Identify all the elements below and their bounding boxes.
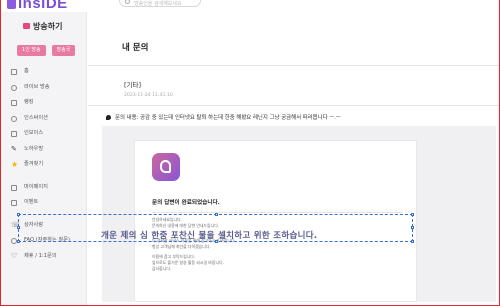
answer-line: 감사합니다. (152, 265, 172, 271)
broadcast-buttons: 1인 방송 방송국 (17, 36, 81, 56)
app-icon (152, 153, 180, 181)
tv-icon (23, 23, 30, 29)
app-icon-glyph (160, 160, 171, 173)
sidebar-item-live[interactable]: 라이브 방송 (11, 80, 83, 96)
sidebar-item-label: 랭킹 (24, 99, 34, 105)
heart-icon: ♡ (11, 251, 18, 260)
search-placeholder: 방송인을 검색해보세요 (134, 1, 182, 7)
phone-icon: ☏ (11, 220, 20, 229)
pen-icon: ✎ (11, 144, 17, 153)
logo-text: InsIDE (18, 0, 68, 12)
sidebar-item-knowhow[interactable]: ✎ 노하우방 (11, 142, 83, 158)
sidebar-item-label: 즐겨찾기 (24, 161, 44, 167)
resize-handle[interactable] (411, 213, 414, 216)
sidebar-item-label: 이벤트 (24, 199, 39, 205)
speech-bubble-icon (106, 114, 111, 120)
question-text-body: 문의 내용: 공감 중 있는데 인터넷요 탈퇴 하는데 한중 해봤요 레닌지 그… (115, 115, 341, 121)
sidebar: 방송하기 1인 방송 방송국 홈 라이브 방송 랭킹 인스싸이션 인보이스 ✎ 노하… (1, 12, 87, 305)
divider (152, 212, 402, 213)
answer-title: 문의 답변이 완료되었습니다. (152, 200, 220, 206)
sidebar-item-home[interactable]: 홈 (11, 64, 83, 80)
sidebar-item-insight[interactable]: 인스싸이션 (11, 111, 83, 127)
selected-overlay-text[interactable]: 개운 제의 심 한중 포찬신 물을 셀치하고 위한 조하습니다. (101, 229, 317, 241)
invoice-icon (11, 131, 17, 137)
sidebar-item-label: 홈 (24, 68, 29, 74)
sidebar-item-label: 라이브 방송 (24, 83, 50, 90)
sidebar-item-event[interactable]: 이벤트 (11, 195, 83, 211)
logo-icon (7, 0, 16, 9)
app-logo[interactable]: InsIDE (7, 0, 68, 12)
sidebar-item-invoice[interactable]: 인보이스 (11, 126, 83, 142)
page-title: 내 문의 (122, 43, 149, 53)
solo-broadcast-button[interactable]: 1인 방송 (17, 45, 46, 56)
resize-handle[interactable] (17, 240, 20, 243)
resize-handle[interactable] (411, 226, 414, 229)
divider (88, 65, 499, 66)
mypage-icon (11, 184, 17, 191)
sidebar-item-label: 인스싸이션 (24, 114, 48, 121)
divider (88, 105, 499, 106)
question-category: [기타] (124, 81, 142, 89)
top-bar: InsIDE 방송인을 검색해보세요 (1, 0, 499, 12)
sidebar-item-ranking[interactable]: 랭킹 (11, 95, 83, 111)
live-icon (11, 84, 17, 91)
sidebar-item-label: 인보이스 (24, 130, 44, 136)
question-text: 문의 내용: 공감 중 있는데 인터넷요 탈퇴 하는데 한중 해봤요 레닌지 그… (106, 113, 341, 121)
sidebar-item-label: 제휴 / 1:1문의 (24, 252, 57, 259)
resize-handle[interactable] (17, 213, 20, 216)
main-content: 내 문의 [기타] 2023-11-24 11:41:10 문의 내용: 공감 … (88, 12, 499, 305)
sidebar-title: 방송하기 (23, 21, 62, 32)
sidebar-item-mypage[interactable]: 마이페이지 (11, 180, 83, 196)
sidebar-title-text: 방송하기 (33, 22, 63, 31)
sidebar-item-inquiry[interactable]: ♡ 제휴 / 1:1문의 (11, 249, 83, 265)
station-button[interactable]: 방송국 (51, 45, 76, 56)
gift-icon (11, 200, 17, 206)
question-date: 2023-11-24 11:41:10 (124, 93, 173, 98)
search-icon (125, 0, 130, 4)
sidebar-item-label: 마이페이지 (24, 183, 48, 190)
sidebar-item-label: 노하우방 (24, 145, 44, 152)
resize-handle[interactable] (17, 226, 20, 229)
sidebar-item-favorites[interactable]: ★ 즐겨찾기 (11, 157, 83, 173)
home-icon (11, 69, 17, 75)
resize-handle[interactable] (411, 240, 414, 243)
insight-icon (11, 115, 17, 122)
ranking-icon (11, 100, 17, 106)
resize-handle[interactable] (215, 213, 218, 216)
star-icon: ★ (11, 160, 19, 169)
search-input[interactable]: 방송인을 검색해보세요 (119, 0, 201, 7)
